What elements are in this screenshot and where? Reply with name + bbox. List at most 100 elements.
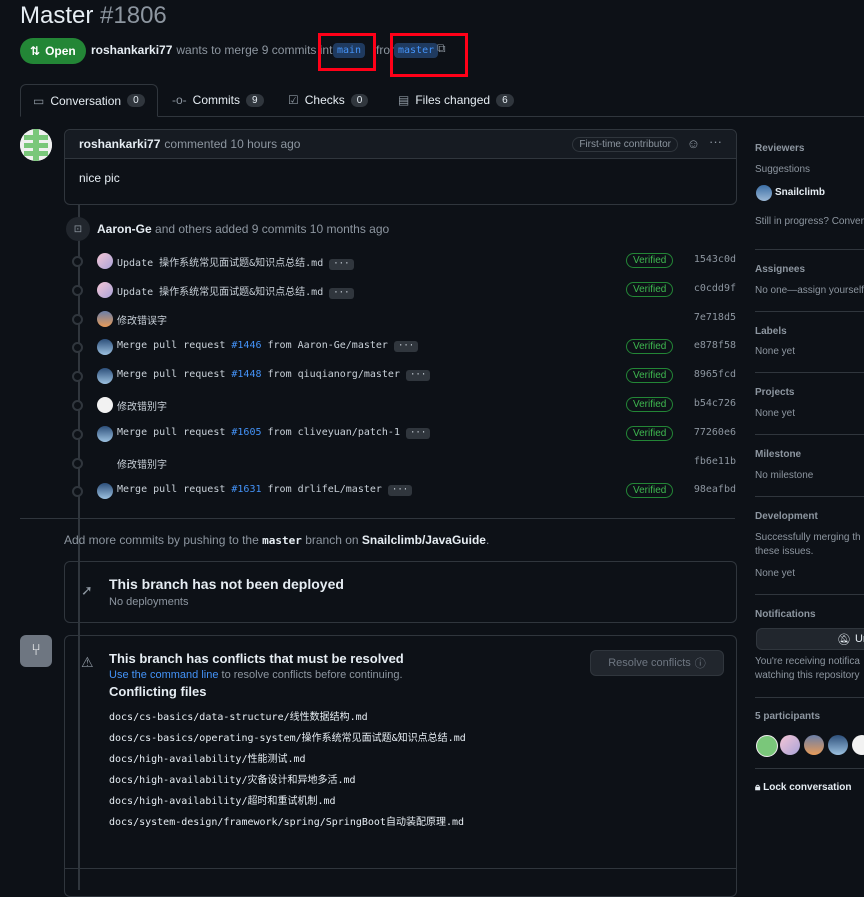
expand-commit-button[interactable]: ··· — [329, 287, 354, 299]
lock-conversation-link[interactable]: 🔒︎ Lock conversation — [755, 782, 864, 793]
kebab-menu-icon[interactable]: ··· — [709, 134, 722, 149]
commit-row[interactable]: Update 操作系统常见面试题&知识点总结.md ··· Verified c0cd… — [70, 280, 736, 300]
expand-commit-button[interactable]: ··· — [387, 485, 413, 497]
participant-avatar[interactable] — [756, 735, 778, 757]
avatar[interactable] — [97, 425, 113, 442]
unsubscribe-label: Un — [854, 633, 864, 645]
avatar[interactable] — [97, 483, 113, 500]
verified-badge[interactable]: Verified — [626, 339, 674, 355]
verified-badge[interactable]: Verified — [626, 253, 674, 268]
sidebar-labels-text: None yet — [755, 346, 796, 357]
commit-message[interactable]: 修改错别字 — [117, 398, 167, 413]
sidebar-projects-text: None yet — [755, 408, 796, 419]
commit-sha[interactable]: 8965fcd — [694, 369, 736, 380]
question-icon: ⓘ — [694, 658, 706, 670]
commits-summary-text: and others added 9 commits 10 months ago — [155, 222, 390, 236]
avatar[interactable] — [97, 368, 113, 385]
head-branch[interactable]: master — [394, 42, 439, 58]
command-line-link[interactable]: Use the command line — [109, 669, 218, 681]
sidebar-assignees-heading[interactable]: Assignees — [755, 264, 864, 275]
commit-message[interactable]: Update 操作系统常见面试题&知识点总结.md ··· — [117, 254, 354, 270]
commit-sha[interactable]: b54c726 — [694, 398, 736, 409]
resolve-conflicts-button[interactable]: Resolve conflicts ⓘ — [590, 650, 724, 676]
avatar[interactable] — [97, 397, 113, 413]
participant-avatar[interactable] — [804, 735, 824, 755]
commit-row[interactable]: Merge pull request #1631 from drlifeL/ma… — [70, 481, 736, 501]
commit-message[interactable]: Merge pull request #1605 from cliveyuan/… — [117, 427, 431, 439]
verified-badge[interactable]: Verified — [626, 397, 674, 412]
sidebar-milestone-heading[interactable]: Milestone — [755, 449, 864, 460]
verified-badge[interactable]: Verified — [626, 425, 674, 441]
commit-message-text: 修改错别字 — [117, 402, 167, 413]
sidebar-projects-heading[interactable]: Projects — [755, 387, 864, 398]
commit-sha[interactable]: 77260e6 — [694, 427, 736, 438]
commit-row[interactable]: 修改错别字 Verified b54c726 — [70, 395, 736, 415]
commit-row[interactable]: 修改错误字 7e718d5 — [70, 309, 736, 329]
commit-message[interactable]: 修改错误字 — [117, 312, 167, 327]
head-branch-label[interactable]: master — [394, 43, 439, 58]
commit-sha[interactable]: fb6e11b — [694, 456, 736, 467]
pull-request-link[interactable]: #1605 — [231, 427, 261, 438]
participant-avatar[interactable] — [780, 735, 800, 755]
avatar[interactable] — [20, 129, 52, 161]
comment-author[interactable]: roshankarki77 — [79, 137, 160, 151]
base-branch[interactable]: main — [333, 42, 366, 58]
participant-avatar[interactable] — [852, 735, 864, 755]
commit-icon: -o- — [172, 93, 187, 107]
commit-message[interactable]: 修改错别字 — [117, 456, 167, 471]
avatar[interactable] — [97, 253, 113, 269]
commit-message[interactable]: Update 操作系统常见面试题&知识点总结.md ··· — [117, 283, 354, 299]
base-branch-label[interactable]: main — [333, 43, 366, 58]
deployment-title: This branch has not been deployed — [109, 576, 344, 592]
commit-row[interactable]: Merge pull request #1446 from Aaron-Ge/m… — [70, 337, 736, 357]
tab-commits[interactable]: -o- Commits 9 — [172, 84, 264, 116]
copy-icon[interactable]: ⧉ — [437, 41, 446, 56]
commit-message-text: Merge pull request — [117, 369, 232, 381]
commit-message[interactable]: Merge pull request #1631 from drlifeL/ma… — [117, 484, 413, 497]
pull-request-link[interactable]: #1448 — [231, 369, 261, 380]
commit-message[interactable]: Merge pull request #1448 from qiuqianorg… — [117, 369, 431, 382]
pull-request-link[interactable]: #1631 — [231, 484, 261, 495]
verified-badge[interactable]: Verified — [626, 281, 674, 297]
sidebar-reviewers-heading[interactable]: Reviewers — [755, 143, 864, 154]
file-diff-icon: ▤ — [398, 93, 410, 107]
sidebar-development-heading[interactable]: Development — [755, 511, 864, 522]
expand-commit-button[interactable]: ··· — [405, 370, 431, 382]
commit-sha[interactable]: e878f58 — [694, 340, 736, 351]
sidebar-labels-heading[interactable]: Labels — [755, 326, 864, 337]
comment-body: nice pic — [79, 171, 120, 185]
pr-title: Master #1806 — [20, 2, 167, 30]
commits-author[interactable]: Aaron-Ge — [97, 222, 152, 236]
unsubscribe-button[interactable]: 🔕︎ Un — [756, 628, 864, 650]
commit-sha[interactable]: 1543c0d — [694, 254, 736, 265]
verified-badge[interactable]: Verified — [626, 368, 674, 384]
sidebar-reviewer-name[interactable]: Snailclimb — [775, 187, 864, 198]
commit-dot — [72, 400, 83, 411]
commit-row[interactable]: Merge pull request #1605 from cliveyuan/… — [70, 424, 736, 444]
identicon-avatar — [20, 129, 52, 161]
push-hint: Add more commits by pushing to the maste… — [64, 533, 489, 547]
avatar[interactable] — [97, 310, 113, 327]
commit-row[interactable]: Merge pull request #1448 from qiuqianorg… — [70, 366, 736, 386]
avatar[interactable] — [97, 281, 113, 298]
pull-request-link[interactable]: #1446 — [231, 340, 261, 351]
avatar[interactable] — [97, 339, 113, 356]
tab-conversation[interactable]: ▭ Conversation 0 — [20, 84, 158, 117]
verified-badge[interactable]: Verified — [626, 483, 674, 499]
commit-message[interactable]: Merge pull request #1446 from Aaron-Ge/m… — [117, 340, 419, 353]
commit-sha[interactable]: 7e718d5 — [694, 312, 736, 323]
commit-row[interactable]: Update 操作系统常见面试题&知识点总结.md ··· Verified 1543… — [70, 251, 736, 271]
participant-avatar[interactable] — [828, 735, 848, 755]
commit-sha[interactable]: c0cdd9f — [694, 283, 736, 294]
commit-row[interactable]: 修改错别字 fb6e11b — [70, 453, 736, 473]
expand-commit-button[interactable]: ··· — [393, 341, 419, 353]
pr-author-link[interactable]: roshankarki77 — [91, 43, 172, 57]
smiley-icon[interactable]: ☺ — [687, 136, 700, 151]
expand-commit-button[interactable]: ··· — [405, 427, 431, 439]
commit-sha[interactable]: 98eafbd — [694, 484, 736, 495]
expand-commit-button[interactable]: ··· — [329, 259, 354, 270]
tab-checks[interactable]: ☑ Checks 0 — [288, 84, 369, 116]
resolve-conflicts-label: Resolve conflicts — [608, 657, 691, 669]
repo-link[interactable]: Snailclimb/JavaGuide — [362, 533, 486, 547]
tab-files-changed[interactable]: ▤ Files changed 6 — [398, 84, 514, 116]
